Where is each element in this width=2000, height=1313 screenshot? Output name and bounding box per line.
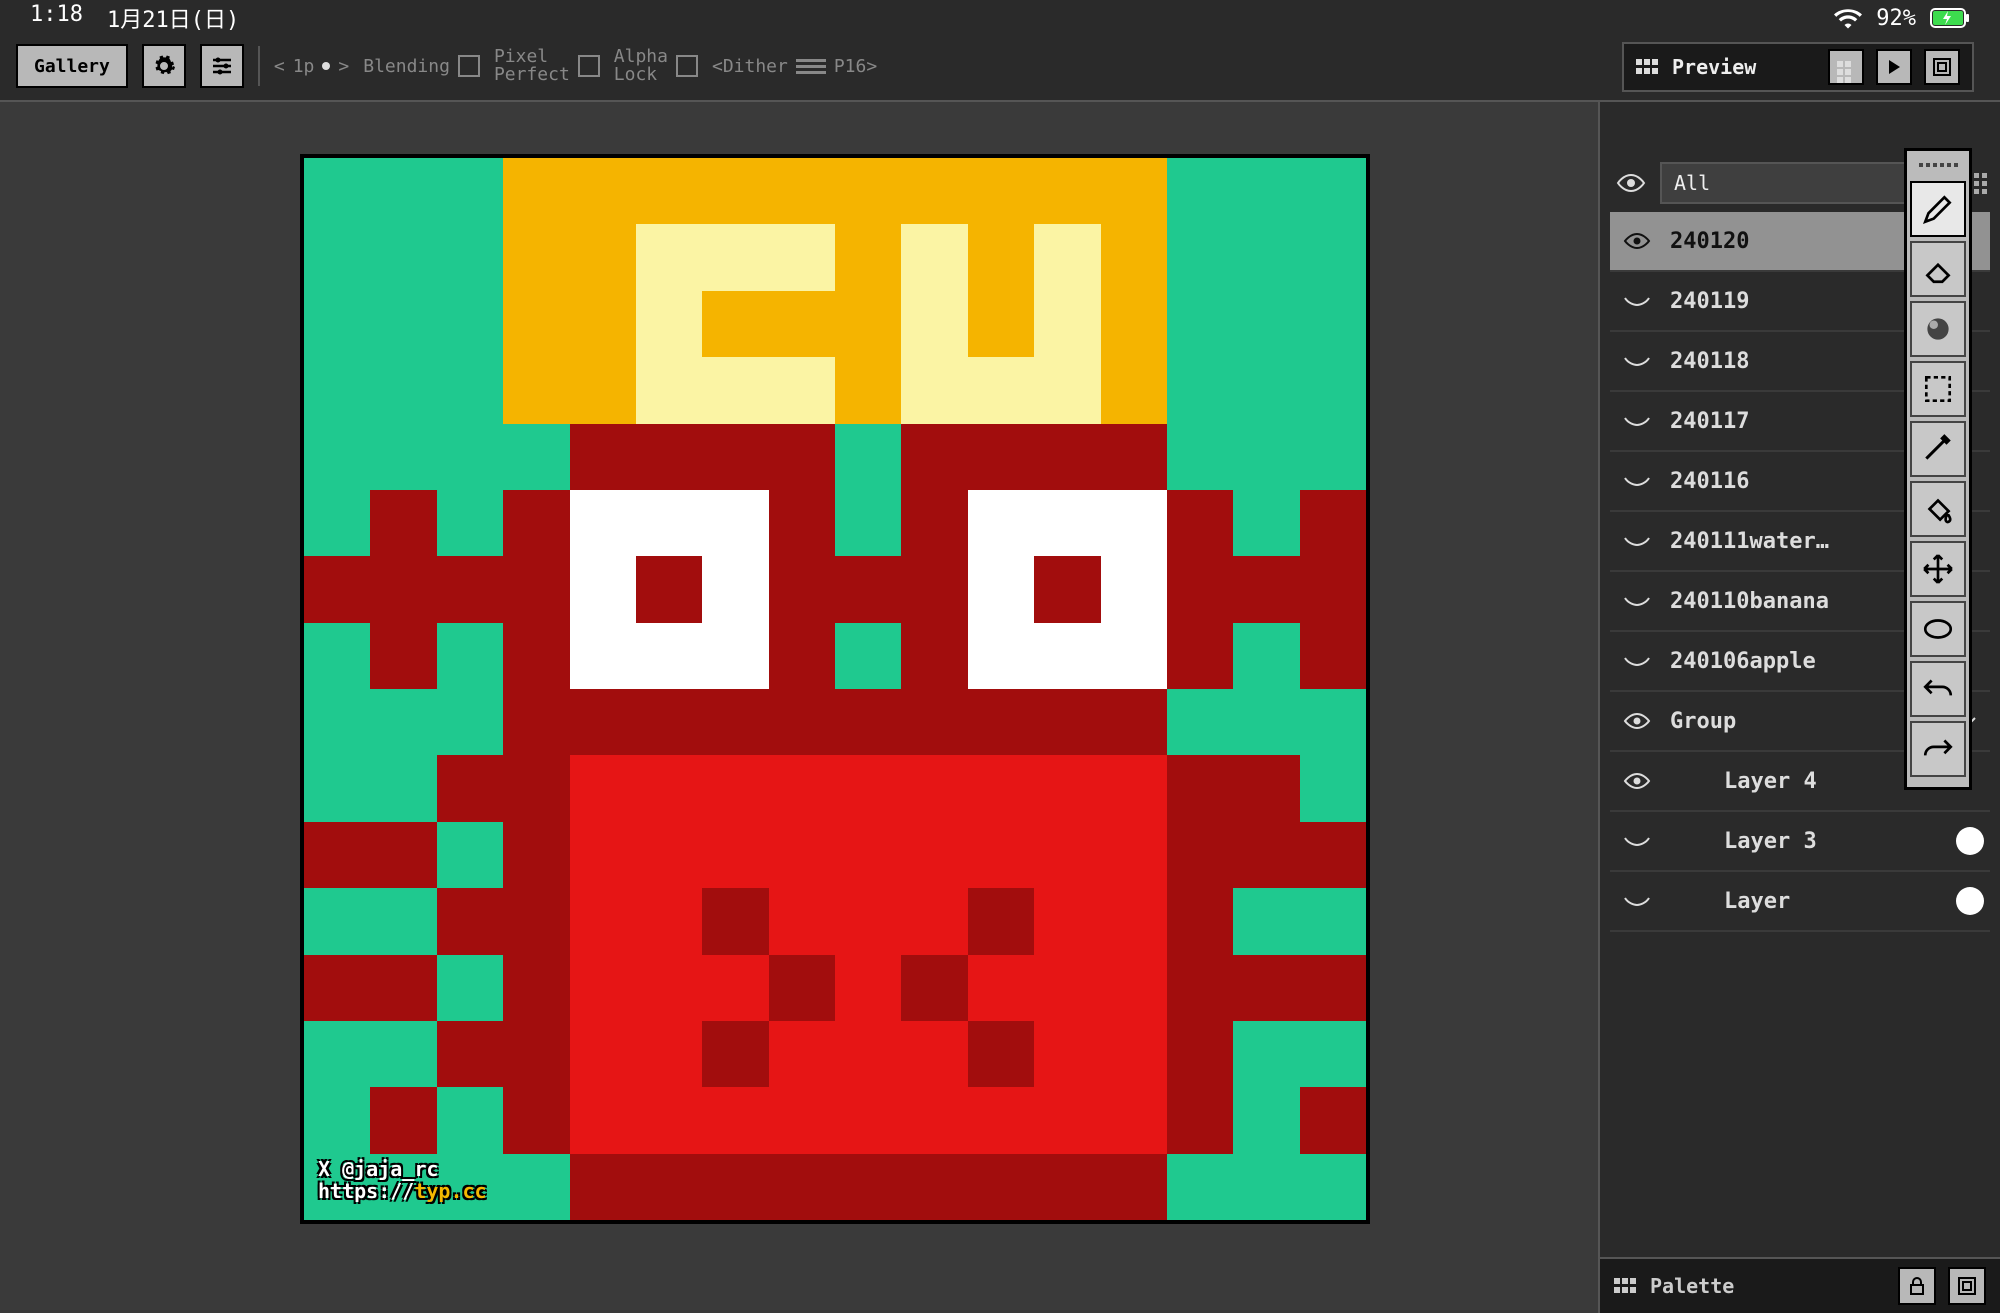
alpha-lock-toggle[interactable]: AlphaLock xyxy=(614,48,698,84)
bucket-tool-button[interactable] xyxy=(1910,481,1966,537)
eye-closed-icon[interactable] xyxy=(1610,651,1664,671)
pencil-icon xyxy=(1921,192,1955,226)
layer-row[interactable]: Layer 3 xyxy=(1610,812,1990,872)
fullscreen-icon xyxy=(1933,58,1951,76)
fullscreen-icon xyxy=(1958,1277,1976,1295)
eye-closed-icon[interactable] xyxy=(1610,531,1664,551)
eye-closed-icon[interactable] xyxy=(1610,471,1664,491)
status-date: 1月21日(日) xyxy=(107,2,239,34)
eyedropper-tool-button[interactable] xyxy=(1910,421,1966,477)
palette-lock-button[interactable] xyxy=(1898,1267,1936,1305)
eye-closed-icon[interactable] xyxy=(1610,591,1664,611)
separator xyxy=(258,46,260,86)
wifi-icon xyxy=(1834,7,1862,29)
lock-icon xyxy=(1908,1277,1926,1295)
canvas[interactable]: X @jaja_rc https://typ.cc xyxy=(300,154,1370,1224)
preview-label: Preview xyxy=(1672,55,1816,79)
eye-open-icon[interactable] xyxy=(1610,711,1664,731)
status-bar: 1:18 1月21日(日) 92% xyxy=(0,0,2000,36)
eye-closed-icon[interactable] xyxy=(1610,351,1664,371)
tool-dock[interactable] xyxy=(1904,148,1972,790)
checkbox-icon xyxy=(676,55,698,77)
checkbox-icon xyxy=(458,55,480,77)
eye-closed-icon[interactable] xyxy=(1610,891,1664,911)
canvas-area[interactable]: X @jaja_rc https://typ.cc xyxy=(0,100,1600,1313)
sliders-button[interactable] xyxy=(200,44,244,88)
sliders-icon xyxy=(210,54,234,78)
drag-handle-icon[interactable] xyxy=(1907,157,1969,173)
eye-open-icon[interactable] xyxy=(1610,771,1664,791)
preview-fullscreen-button[interactable] xyxy=(1924,49,1960,85)
preview-bar: Preview xyxy=(1622,42,1974,92)
layer-name: Layer xyxy=(1664,889,1956,914)
dither-control[interactable]: <Dither P16> xyxy=(712,56,877,77)
marquee-tool-button[interactable] xyxy=(1910,361,1966,417)
brush-size-control[interactable]: < 1p > xyxy=(274,56,349,77)
checkbox-icon xyxy=(578,55,600,77)
dither-lines-icon xyxy=(796,59,826,74)
status-battery: 92% xyxy=(1876,6,1916,31)
grid-icon xyxy=(1614,1278,1638,1294)
sphere-icon xyxy=(1921,312,1955,346)
watermark: X @jaja_rc https://typ.cc xyxy=(318,1158,487,1202)
grid-icon xyxy=(1636,59,1660,75)
sphere-tool-button[interactable] xyxy=(1910,301,1966,357)
layer-swatch xyxy=(1956,827,1984,855)
eye-closed-icon[interactable] xyxy=(1610,291,1664,311)
layer-name: Layer 3 xyxy=(1664,829,1956,854)
palette-label: Palette xyxy=(1650,1274,1886,1298)
settings-button[interactable] xyxy=(142,44,186,88)
grid-icon xyxy=(1837,61,1855,73)
palette-bar: Palette xyxy=(1600,1257,2000,1313)
eraser-tool-button[interactable] xyxy=(1910,241,1966,297)
pencil-tool-button[interactable] xyxy=(1910,181,1966,237)
bucket-icon xyxy=(1921,492,1955,526)
ellipse-tool-button[interactable] xyxy=(1910,601,1966,657)
undo-tool-button[interactable] xyxy=(1910,661,1966,717)
blending-toggle[interactable]: Blending xyxy=(363,55,480,77)
undo-icon xyxy=(1921,672,1955,706)
ellipse-icon xyxy=(1921,612,1955,646)
preview-grid-button[interactable] xyxy=(1828,49,1864,85)
eye-closed-icon[interactable] xyxy=(1610,411,1664,431)
gear-icon xyxy=(152,54,176,78)
redo-tool-button[interactable] xyxy=(1910,721,1966,777)
move-tool-button[interactable] xyxy=(1910,541,1966,597)
eye-icon[interactable] xyxy=(1610,162,1652,204)
pixel-art xyxy=(304,158,1366,1220)
play-icon xyxy=(1886,59,1902,75)
status-time: 1:18 xyxy=(30,2,83,34)
preview-play-button[interactable] xyxy=(1876,49,1912,85)
move-icon xyxy=(1921,552,1955,586)
layer-swatch xyxy=(1956,887,1984,915)
eyedropper-icon xyxy=(1921,432,1955,466)
pixel-perfect-toggle[interactable]: PixelPerfect xyxy=(494,48,600,84)
redo-icon xyxy=(1921,732,1955,766)
palette-expand-button[interactable] xyxy=(1948,1267,1986,1305)
gallery-button[interactable]: Gallery xyxy=(16,44,128,88)
eye-closed-icon[interactable] xyxy=(1610,831,1664,851)
battery-icon xyxy=(1930,8,1970,28)
eraser-icon xyxy=(1921,252,1955,286)
marquee-icon xyxy=(1921,372,1955,406)
dot-icon xyxy=(322,62,330,70)
eye-open-icon[interactable] xyxy=(1610,231,1664,251)
layer-row[interactable]: Layer xyxy=(1610,872,1990,932)
